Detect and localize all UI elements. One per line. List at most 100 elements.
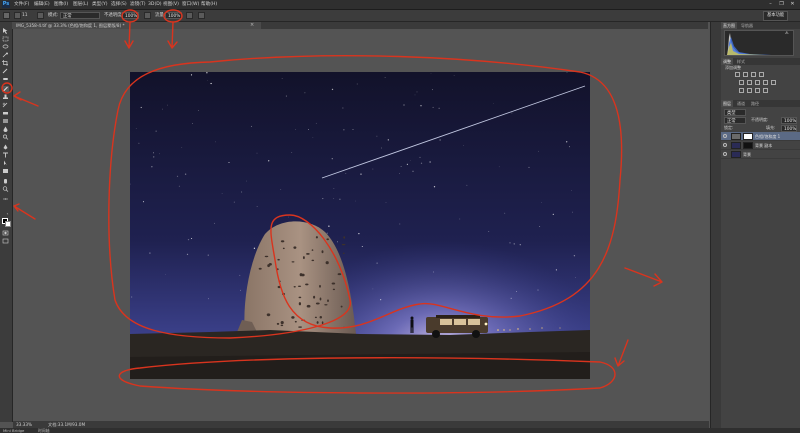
blur-tool-icon[interactable] — [2, 126, 9, 132]
tab-layers[interactable]: 图层 — [721, 100, 733, 107]
visibility-eye-icon[interactable] — [723, 134, 727, 138]
eyedropper-tool-icon[interactable] — [2, 68, 9, 74]
layer-mask-thumbnail[interactable] — [743, 142, 753, 149]
tab-histogram[interactable]: 直方图 — [721, 22, 737, 29]
move-tool-icon[interactable] — [2, 28, 9, 34]
tab-styles[interactable]: 样式 — [735, 58, 747, 65]
color-balance-icon[interactable] — [755, 80, 760, 85]
zoom-level[interactable]: 33.33% — [16, 421, 32, 428]
workspace-select[interactable]: 基本功能 — [763, 11, 789, 21]
type-tool-icon[interactable] — [2, 152, 9, 158]
menu-view[interactable]: 视图(V) — [163, 1, 179, 8]
curves-icon[interactable] — [751, 72, 756, 77]
layer-row[interactable]: 背景 副本 — [721, 141, 800, 150]
close-tab-icon[interactable]: × — [250, 22, 256, 29]
brush-picker-icon[interactable] — [14, 12, 21, 19]
menu-bar: Ps 文件(F) 编辑(E) 图像(I) 图层(L) 类型(Y) 选择(S) 滤… — [0, 0, 800, 10]
quick-select-tool-icon[interactable] — [2, 52, 9, 58]
menu-layer[interactable]: 图层(L) — [73, 1, 88, 8]
history-brush-tool-icon[interactable] — [2, 102, 9, 108]
photo-filter-icon[interactable] — [771, 80, 776, 85]
more-tools-icon[interactable] — [2, 196, 9, 202]
visibility-eye-icon[interactable] — [723, 143, 727, 147]
brush-preset-icon[interactable] — [3, 12, 10, 19]
invert-icon[interactable] — [739, 88, 744, 93]
gradient-map-icon[interactable] — [763, 88, 768, 93]
healing-brush-tool-icon[interactable] — [2, 76, 9, 82]
mini-bridge-tab[interactable]: Mini Bridge — [3, 428, 24, 433]
zoom-tool-icon[interactable] — [2, 186, 9, 192]
screen-mode-icon[interactable] — [2, 238, 9, 244]
brush-panel-icon[interactable] — [37, 12, 44, 19]
mode-select[interactable]: 正常 — [60, 12, 100, 19]
histogram-panel-tabs: 直方图 导航器 — [721, 22, 800, 29]
quick-mask-icon[interactable] — [2, 230, 9, 236]
airbrush-icon[interactable] — [186, 12, 193, 19]
vibrance-icon[interactable] — [739, 80, 744, 85]
clone-stamp-tool-icon[interactable] — [2, 94, 9, 100]
eraser-tool-icon[interactable] — [2, 110, 9, 116]
fill-label: 填充: — [766, 125, 776, 130]
brightness-icon[interactable] — [735, 72, 740, 77]
threshold-icon[interactable] — [755, 88, 760, 93]
layer-name[interactable]: 背景 — [743, 151, 751, 158]
pen-tool-icon[interactable] — [2, 144, 9, 150]
document-canvas[interactable] — [130, 72, 590, 379]
timeline-tab[interactable]: 时间轴 — [38, 428, 49, 433]
menu-filter[interactable]: 滤镜(T) — [130, 1, 146, 8]
visibility-eye-icon[interactable] — [723, 152, 727, 156]
shape-tool-icon[interactable] — [2, 168, 9, 174]
menu-file[interactable]: 文件(F) — [14, 1, 29, 8]
tab-channels[interactable]: 通道 — [735, 100, 747, 107]
close-icon[interactable]: ✕ — [788, 1, 797, 8]
histogram-warning-icon[interactable]: ⚠ — [785, 31, 789, 36]
path-select-tool-icon[interactable] — [2, 160, 9, 166]
flow-input[interactable]: 100% — [165, 12, 182, 19]
adjustments-title: 添加调整 — [725, 65, 741, 70]
document-info: 文档:33.1M/93.0M — [48, 422, 86, 427]
menu-type[interactable]: 类型(Y) — [92, 1, 108, 8]
lasso-tool-icon[interactable] — [2, 44, 9, 50]
marquee-tool-icon[interactable] — [2, 36, 9, 42]
pressure-opacity-icon[interactable] — [144, 12, 151, 19]
opacity-input[interactable]: 100% — [122, 12, 139, 19]
tab-navigator[interactable]: 导航器 — [739, 22, 755, 29]
levels-icon[interactable] — [743, 72, 748, 77]
collapsed-panel-dock[interactable] — [710, 22, 721, 428]
layer-opacity-label: 不透明度: — [751, 117, 769, 122]
background-color-swatch[interactable] — [5, 221, 11, 227]
tab-paths[interactable]: 路径 — [749, 100, 761, 107]
layer-blend-mode-select[interactable]: 正常 — [724, 117, 746, 124]
opacity-label: 不透明度: — [104, 13, 124, 18]
layer-opacity-input[interactable]: 100% — [781, 117, 797, 124]
minimize-icon[interactable]: – — [766, 1, 775, 8]
layer-row[interactable]: 色相/饱和度 1 — [721, 132, 800, 141]
adjustment-icons — [735, 72, 785, 93]
menu-window[interactable]: 窗口(W) — [182, 1, 199, 8]
layer-row[interactable]: 背景 — [721, 150, 800, 159]
pressure-size-icon[interactable] — [198, 12, 205, 19]
layer-kind-filter[interactable]: 类型 — [724, 109, 746, 116]
gradient-tool-icon[interactable] — [2, 118, 9, 124]
hue-saturation-icon[interactable] — [747, 80, 752, 85]
hand-tool-icon[interactable] — [2, 178, 9, 184]
menu-select[interactable]: 选择(S) — [111, 1, 127, 8]
brush-tool-icon[interactable] — [2, 86, 9, 92]
layer-name[interactable]: 色相/饱和度 1 — [755, 133, 780, 140]
exposure-icon[interactable] — [759, 72, 764, 77]
menu-help[interactable]: 帮助(H) — [201, 1, 217, 8]
menu-edit[interactable]: 编辑(E) — [34, 1, 50, 8]
menu-image[interactable]: 图像(I) — [54, 1, 68, 8]
restore-icon[interactable]: ❐ — [777, 1, 786, 8]
black-white-icon[interactable] — [763, 80, 768, 85]
dodge-tool-icon[interactable] — [2, 134, 9, 140]
posterize-icon[interactable] — [747, 88, 752, 93]
layer-mask-thumbnail[interactable] — [743, 133, 753, 140]
crop-tool-icon[interactable] — [2, 60, 9, 66]
menu-3d[interactable]: 3D(D) — [148, 1, 162, 8]
swap-colors-icon[interactable] — [2, 212, 9, 218]
document-tab[interactable]: IMG_5358-4.tif @ 33.3% (色相/饱和度 1, 图层蒙版/8… — [12, 22, 261, 29]
tab-adjustments[interactable]: 调整 — [721, 58, 733, 65]
layer-fill-input[interactable]: 100% — [781, 125, 797, 132]
layer-name[interactable]: 背景 副本 — [755, 142, 772, 149]
